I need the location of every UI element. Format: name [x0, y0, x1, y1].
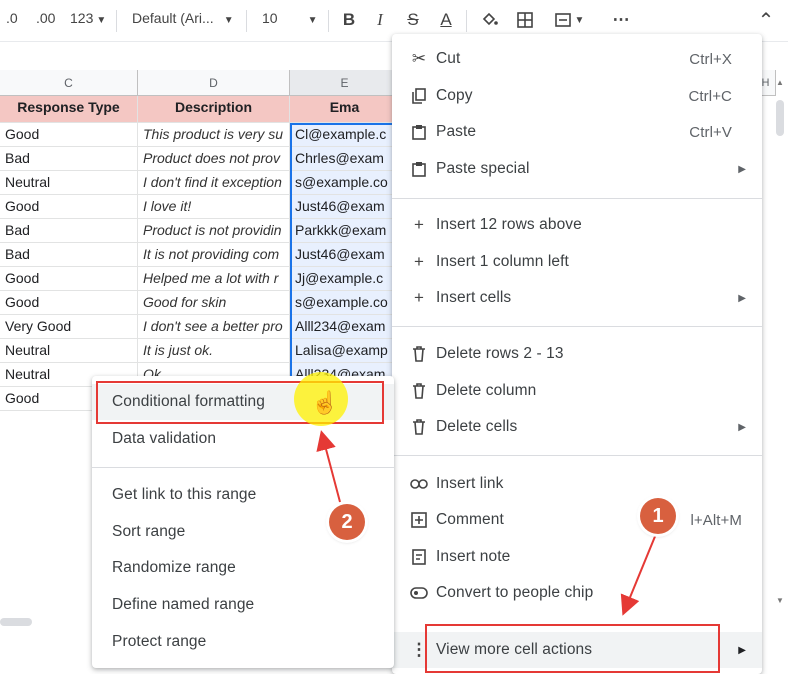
step-badge-1: 1: [640, 498, 676, 534]
arrow-to-view-more: [620, 533, 657, 616]
step-badge-2: 2: [329, 504, 365, 540]
arrow-to-conditional-formatting: [316, 430, 341, 503]
annotation-arrows: [316, 430, 657, 616]
